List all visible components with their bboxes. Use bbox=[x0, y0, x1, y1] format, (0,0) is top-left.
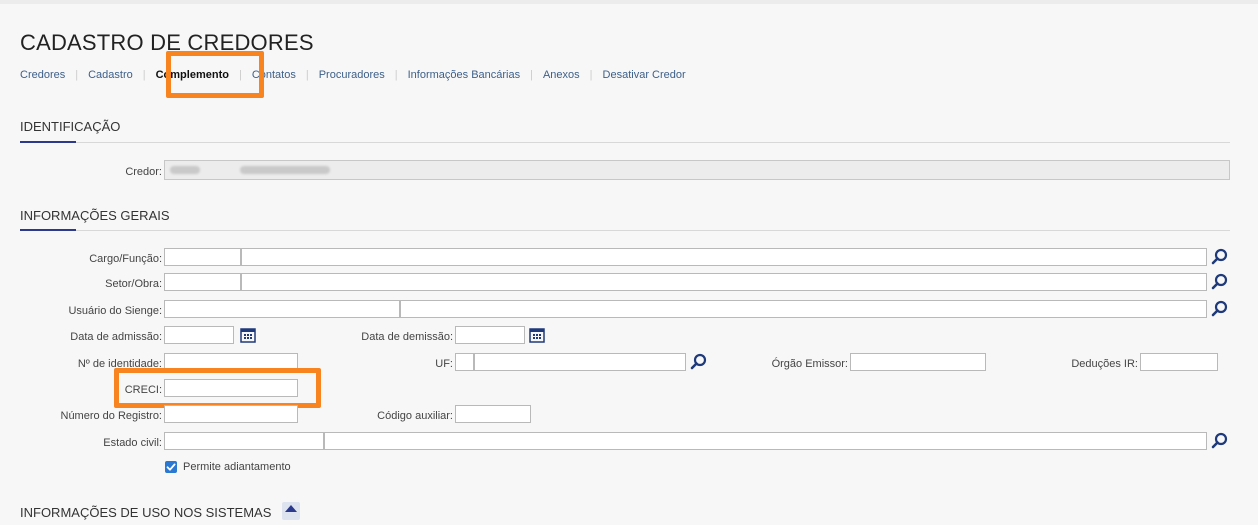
estado-civil-code-input[interactable] bbox=[164, 432, 324, 450]
calendar-icon[interactable] bbox=[529, 327, 545, 343]
codigo-auxiliar-input[interactable] bbox=[455, 405, 531, 423]
usuario-label: Usuário do Sienge: bbox=[68, 305, 162, 317]
top-bar bbox=[0, 0, 1258, 4]
cargo-label: Cargo/Função: bbox=[89, 253, 162, 265]
tab-cadastro[interactable]: Cadastro bbox=[88, 69, 133, 81]
setor-label: Setor/Obra: bbox=[105, 278, 162, 290]
tab-credores[interactable]: Credores bbox=[20, 69, 65, 81]
check-icon bbox=[166, 463, 176, 471]
collapse-toggle-icon[interactable] bbox=[282, 502, 300, 520]
estado-civil-description-input[interactable] bbox=[324, 432, 1207, 450]
tab-anexos[interactable]: Anexos bbox=[543, 69, 580, 81]
tab-desativar-credor[interactable]: Desativar Credor bbox=[603, 69, 686, 81]
section-divider bbox=[20, 142, 1230, 143]
credor-label: Credor: bbox=[125, 166, 162, 178]
search-icon[interactable] bbox=[1211, 432, 1229, 450]
section-accent bbox=[20, 141, 76, 143]
admissao-date-input[interactable] bbox=[164, 326, 234, 344]
adiantamento-checkbox[interactable] bbox=[165, 461, 177, 473]
registro-label: Número do Registro: bbox=[60, 410, 163, 422]
uf-description-input[interactable] bbox=[474, 353, 686, 371]
deducoes-label: Deduções IR: bbox=[1071, 358, 1138, 370]
section-divider bbox=[20, 230, 1230, 231]
section-gerais-title: INFORMAÇÕES GERAIS bbox=[20, 208, 170, 223]
admissao-label: Data de admissão: bbox=[70, 331, 162, 343]
highlight-creci bbox=[114, 368, 321, 408]
credor-name-redacted bbox=[240, 166, 330, 174]
section-accent bbox=[20, 229, 76, 231]
deducoes-input[interactable] bbox=[1140, 353, 1218, 371]
setor-code-input[interactable] bbox=[164, 273, 241, 291]
uf-label: UF: bbox=[435, 358, 453, 370]
adiantamento-label: Permite adiantamento bbox=[183, 461, 291, 473]
search-icon[interactable] bbox=[1211, 248, 1229, 266]
tab-informacoes-bancarias[interactable]: Informações Bancárias bbox=[408, 69, 521, 81]
credor-code-redacted bbox=[170, 166, 200, 174]
section-identificacao-title: IDENTIFICAÇÃO bbox=[20, 119, 121, 134]
demissao-label: Data de demissão: bbox=[361, 331, 453, 343]
tab-procuradores[interactable]: Procuradores bbox=[319, 69, 385, 81]
demissao-date-input[interactable] bbox=[455, 326, 525, 344]
cargo-description-input[interactable] bbox=[241, 248, 1207, 266]
section-uso-title: INFORMAÇÕES DE USO NOS SISTEMAS bbox=[20, 505, 272, 520]
orgao-label: Órgão Emissor: bbox=[771, 358, 848, 370]
search-icon[interactable] bbox=[1211, 273, 1229, 291]
codigo-auxiliar-label: Código auxiliar: bbox=[377, 410, 453, 422]
orgao-input[interactable] bbox=[850, 353, 986, 371]
estado-civil-label: Estado civil: bbox=[103, 437, 162, 449]
registro-input[interactable] bbox=[164, 405, 298, 423]
usuario-code-input[interactable] bbox=[164, 300, 400, 318]
calendar-icon[interactable] bbox=[240, 327, 256, 343]
search-icon[interactable] bbox=[690, 353, 708, 371]
setor-description-input[interactable] bbox=[241, 273, 1207, 291]
cargo-code-input[interactable] bbox=[164, 248, 241, 266]
tab-bar: Credores | Cadastro | Complemento | Contatos | P… bbox=[20, 69, 686, 81]
uf-code-input[interactable] bbox=[455, 353, 474, 371]
usuario-description-input[interactable] bbox=[400, 300, 1207, 318]
search-icon[interactable] bbox=[1211, 300, 1229, 318]
highlight-tab-complemento bbox=[166, 51, 264, 98]
